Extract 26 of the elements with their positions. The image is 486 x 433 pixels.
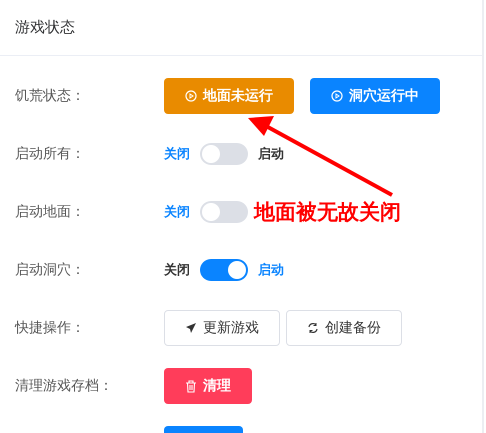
clear-button[interactable]: 清理 [164,368,252,404]
refresh-icon [307,322,319,334]
field-label: 快捷操作： [14,319,86,337]
play-circle-icon [185,90,197,102]
play-circle-icon [331,90,343,102]
on-label: 启动 [258,146,284,163]
paper-plane-icon [185,322,197,334]
off-label: 关闭 [164,262,190,279]
annotation-text: 地面被无故关闭 [254,199,401,226]
off-label: 关闭 [164,146,190,163]
field-label: 饥荒状态： [14,87,86,105]
status-button[interactable]: 地面未运行 [164,78,294,114]
field-label: 启动所有： [14,145,86,163]
card-title: 游戏状态 [15,18,75,37]
toggle-switch[interactable] [200,259,248,281]
update-button[interactable]: 更新游戏 [164,310,280,346]
field-label: 清理游戏存档： [14,377,114,395]
off-label: 关闭 [164,204,190,221]
field-label: 启动洞穴： [14,261,86,279]
status-button[interactable]: 洞穴运行中 [310,78,440,114]
trash-icon [185,380,197,392]
toggle-switch[interactable] [200,201,248,223]
field-label: 启动地面： [14,203,86,221]
on-label: 启动 [258,262,284,279]
backup-button[interactable]: 创建备份 [286,310,402,346]
toggle-switch[interactable] [200,143,248,165]
